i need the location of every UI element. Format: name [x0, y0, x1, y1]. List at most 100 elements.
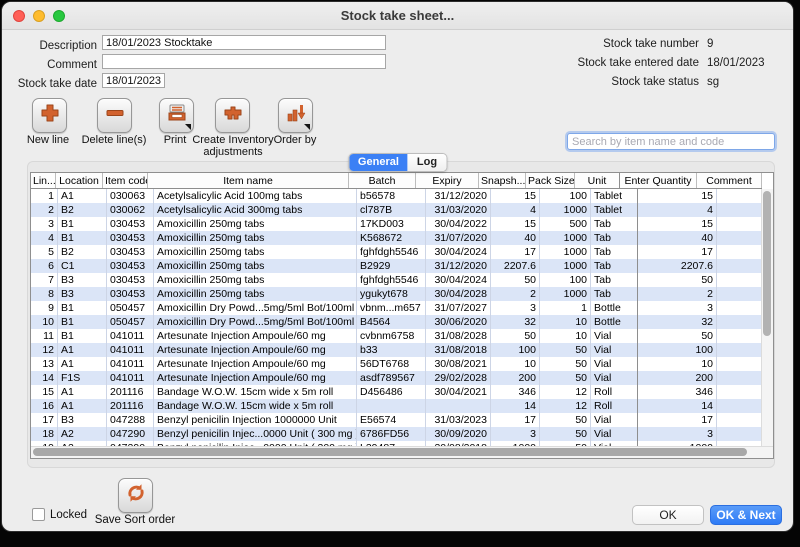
- table-cell[interactable]: 50: [491, 273, 540, 287]
- table-cell[interactable]: 4: [491, 203, 540, 217]
- column-header[interactable]: Location: [56, 173, 103, 189]
- table-cell[interactable]: Tab: [591, 287, 638, 301]
- table-cell[interactable]: [717, 329, 762, 343]
- table-cell[interactable]: [717, 385, 762, 399]
- table-cell[interactable]: 201116: [107, 385, 154, 399]
- table-cell[interactable]: 5: [31, 245, 58, 259]
- table-cell[interactable]: 56DT6768: [357, 357, 426, 371]
- table-cell[interactable]: [426, 399, 491, 413]
- table-cell[interactable]: 2207.6: [638, 259, 717, 273]
- table-cell[interactable]: 2207.6: [491, 259, 540, 273]
- table-cell[interactable]: 9: [31, 301, 58, 315]
- table-cell[interactable]: Artesunate Injection Ampoule/60 mg: [154, 343, 357, 357]
- table-cell[interactable]: 31/03/2023: [426, 413, 491, 427]
- table-cell[interactable]: 12: [540, 385, 591, 399]
- table-cell[interactable]: Amoxicillin 250mg tabs: [154, 273, 357, 287]
- table-cell[interactable]: Tablet: [591, 203, 638, 217]
- close-icon[interactable]: [13, 10, 25, 22]
- table-cell[interactable]: Vial: [591, 371, 638, 385]
- column-header[interactable]: Expiry: [416, 173, 479, 189]
- table-cell[interactable]: [717, 343, 762, 357]
- column-header[interactable]: Enter Quantity: [620, 173, 697, 189]
- table-cell[interactable]: cvbnm6758: [357, 329, 426, 343]
- table-cell[interactable]: 6786FD56: [357, 427, 426, 441]
- table-cell[interactable]: [717, 245, 762, 259]
- table-cell[interactable]: A1: [58, 399, 107, 413]
- table-cell[interactable]: [717, 259, 762, 273]
- table-cell[interactable]: 8: [31, 287, 58, 301]
- table-row[interactable]: 1A1030063Acetylsalicylic Acid 100mg tabs…: [31, 189, 762, 203]
- table-cell[interactable]: 17: [491, 245, 540, 259]
- table-cell[interactable]: 050457: [107, 315, 154, 329]
- table-cell[interactable]: 30/04/2021: [426, 385, 491, 399]
- table-cell[interactable]: fghfdgh5546: [357, 245, 426, 259]
- table-cell[interactable]: 31/07/2027: [426, 301, 491, 315]
- table-cell[interactable]: 29/02/2028: [426, 371, 491, 385]
- tab-general[interactable]: General: [349, 154, 408, 171]
- table-cell[interactable]: Benzyl penicilin Injection 1000000 Unit: [154, 413, 357, 427]
- table-cell[interactable]: 15: [638, 217, 717, 231]
- table-cell[interactable]: 030453: [107, 217, 154, 231]
- table-cell[interactable]: fghfdgh5546: [357, 273, 426, 287]
- table-cell[interactable]: Bandage W.O.W. 15cm wide x 5m roll: [154, 385, 357, 399]
- table-cell[interactable]: D456486: [357, 385, 426, 399]
- table-cell[interactable]: Vial: [591, 343, 638, 357]
- horizontal-scrollbar[interactable]: [31, 446, 773, 458]
- table-row[interactable]: 14F1S041011Artesunate Injection Ampoule/…: [31, 371, 762, 385]
- table-cell[interactable]: 2: [31, 203, 58, 217]
- table-cell[interactable]: 030063: [107, 189, 154, 203]
- table-cell[interactable]: A1: [58, 189, 107, 203]
- table-cell[interactable]: 041011: [107, 357, 154, 371]
- table-cell[interactable]: 10: [540, 315, 591, 329]
- table-cell[interactable]: Artesunate Injection Ampoule/60 mg: [154, 329, 357, 343]
- table-cell[interactable]: 346: [491, 385, 540, 399]
- table-cell[interactable]: 30/04/2022: [426, 217, 491, 231]
- table-cell[interactable]: 30/04/2028: [426, 287, 491, 301]
- table-cell[interactable]: B2929: [357, 259, 426, 273]
- table-cell[interactable]: 30/06/2020: [426, 315, 491, 329]
- table-cell[interactable]: 18: [31, 427, 58, 441]
- table-cell[interactable]: 13: [31, 357, 58, 371]
- table-cell[interactable]: 100: [638, 343, 717, 357]
- table-cell[interactable]: Bottle: [591, 301, 638, 315]
- save-sort-order-button[interactable]: [118, 478, 153, 513]
- table-row[interactable]: 12A1041011Artesunate Injection Ampoule/6…: [31, 343, 762, 357]
- table-cell[interactable]: 50: [540, 413, 591, 427]
- table-cell[interactable]: Amoxicillin Dry Powd...5mg/5ml Bot/100ml: [154, 301, 357, 315]
- table-cell[interactable]: Amoxicillin 250mg tabs: [154, 217, 357, 231]
- table-cell[interactable]: 4: [31, 231, 58, 245]
- table-row[interactable]: 16A1201116Bandage W.O.W. 15cm wide x 5m …: [31, 399, 762, 413]
- table-cell[interactable]: 50: [540, 371, 591, 385]
- table-cell[interactable]: [717, 315, 762, 329]
- table-row[interactable]: 6C1030453Amoxicillin 250mg tabsB292931/1…: [31, 259, 762, 273]
- new-line-button[interactable]: [32, 98, 67, 133]
- table-cell[interactable]: [717, 399, 762, 413]
- table-cell[interactable]: A1: [58, 357, 107, 371]
- table-cell[interactable]: 40: [491, 231, 540, 245]
- table-cell[interactable]: 047288: [107, 413, 154, 427]
- table-cell[interactable]: 50: [638, 273, 717, 287]
- table-cell[interactable]: Amoxicillin 250mg tabs: [154, 245, 357, 259]
- table-cell[interactable]: 030453: [107, 259, 154, 273]
- table-cell[interactable]: 047290: [107, 427, 154, 441]
- table-cell[interactable]: Roll: [591, 385, 638, 399]
- table-cell[interactable]: 1000: [540, 231, 591, 245]
- table-cell[interactable]: 1000: [540, 203, 591, 217]
- table-cell[interactable]: 030453: [107, 231, 154, 245]
- table-cell[interactable]: [717, 413, 762, 427]
- table-cell[interactable]: 50: [540, 343, 591, 357]
- table-cell[interactable]: B1: [58, 329, 107, 343]
- table-cell[interactable]: 15: [638, 189, 717, 203]
- table-cell[interactable]: 030062: [107, 203, 154, 217]
- table-cell[interactable]: Tablet: [591, 189, 638, 203]
- table-row[interactable]: 17B3047288Benzyl penicilin Injection 100…: [31, 413, 762, 427]
- comment-input[interactable]: [102, 54, 386, 69]
- column-header[interactable]: Snapsh...: [479, 173, 526, 189]
- create-inventory-adjustments-button[interactable]: [215, 98, 250, 133]
- table-row[interactable]: 10B1050457Amoxicillin Dry Powd...5mg/5ml…: [31, 315, 762, 329]
- table-cell[interactable]: 14: [638, 399, 717, 413]
- table-cell[interactable]: Tab: [591, 273, 638, 287]
- column-header[interactable]: Comment: [697, 173, 762, 189]
- table-cell[interactable]: Tab: [591, 259, 638, 273]
- table-cell[interactable]: 12: [540, 399, 591, 413]
